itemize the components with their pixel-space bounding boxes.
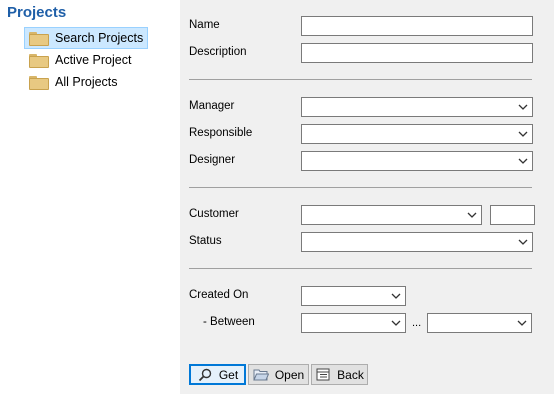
back-list-icon	[315, 368, 331, 382]
tree-title: Projects	[7, 4, 67, 21]
manager-label: Manager	[189, 100, 235, 112]
name-label: Name	[189, 19, 220, 31]
open-folder-icon	[253, 368, 269, 382]
separator	[189, 268, 532, 269]
chevron-down-icon	[518, 156, 528, 166]
description-input[interactable]	[301, 43, 533, 63]
description-label: Description	[189, 46, 247, 58]
name-input[interactable]	[301, 16, 533, 36]
separator	[189, 79, 532, 80]
tree-item-label: All Projects	[55, 75, 118, 89]
responsible-label: Responsible	[189, 127, 253, 139]
folder-icon	[29, 30, 49, 46]
open-button[interactable]: Open	[248, 364, 309, 385]
designer-dropdown[interactable]	[301, 151, 533, 171]
projects-tree: Projects Search Projects Active Project …	[0, 0, 180, 394]
customer-label: Customer	[189, 208, 239, 220]
chevron-down-icon	[391, 318, 401, 328]
created-on-dropdown[interactable]	[301, 286, 406, 306]
magnifier-icon	[197, 368, 213, 382]
customer-code-input[interactable]	[490, 205, 535, 225]
tree-item-all-projects[interactable]: All Projects	[24, 71, 123, 93]
status-dropdown[interactable]	[301, 232, 533, 252]
tree-item-label: Active Project	[55, 53, 132, 67]
get-button-label: Get	[218, 367, 239, 382]
between-label: - Between	[203, 316, 255, 328]
between-start-date-dropdown[interactable]	[301, 313, 406, 333]
chevron-down-icon	[518, 237, 528, 247]
back-button-label: Back	[337, 367, 364, 382]
chevron-down-icon	[467, 210, 477, 220]
folder-icon	[29, 52, 49, 68]
range-separator: ...	[412, 317, 422, 329]
separator	[189, 187, 532, 188]
get-button[interactable]: Get	[189, 364, 246, 385]
designer-label: Designer	[189, 154, 236, 166]
chevron-down-icon	[517, 318, 527, 328]
customer-dropdown[interactable]	[301, 205, 482, 225]
folder-icon	[29, 74, 49, 90]
chevron-down-icon	[518, 102, 528, 112]
chevron-down-icon	[518, 129, 528, 139]
status-label: Status	[189, 235, 222, 247]
back-button[interactable]: Back	[311, 364, 368, 385]
tree-item-active-project[interactable]: Active Project	[24, 49, 136, 71]
tree-item-label: Search Projects	[55, 31, 144, 45]
manager-dropdown[interactable]	[301, 97, 533, 117]
search-form-panel: Name Description Manager Responsible Des…	[180, 0, 554, 394]
open-button-label: Open	[274, 367, 305, 382]
chevron-down-icon	[391, 291, 401, 301]
between-end-date-dropdown[interactable]	[427, 313, 532, 333]
responsible-dropdown[interactable]	[301, 124, 533, 144]
created-on-label: Created On	[189, 289, 249, 301]
tree-item-search-projects[interactable]: Search Projects	[24, 27, 149, 49]
